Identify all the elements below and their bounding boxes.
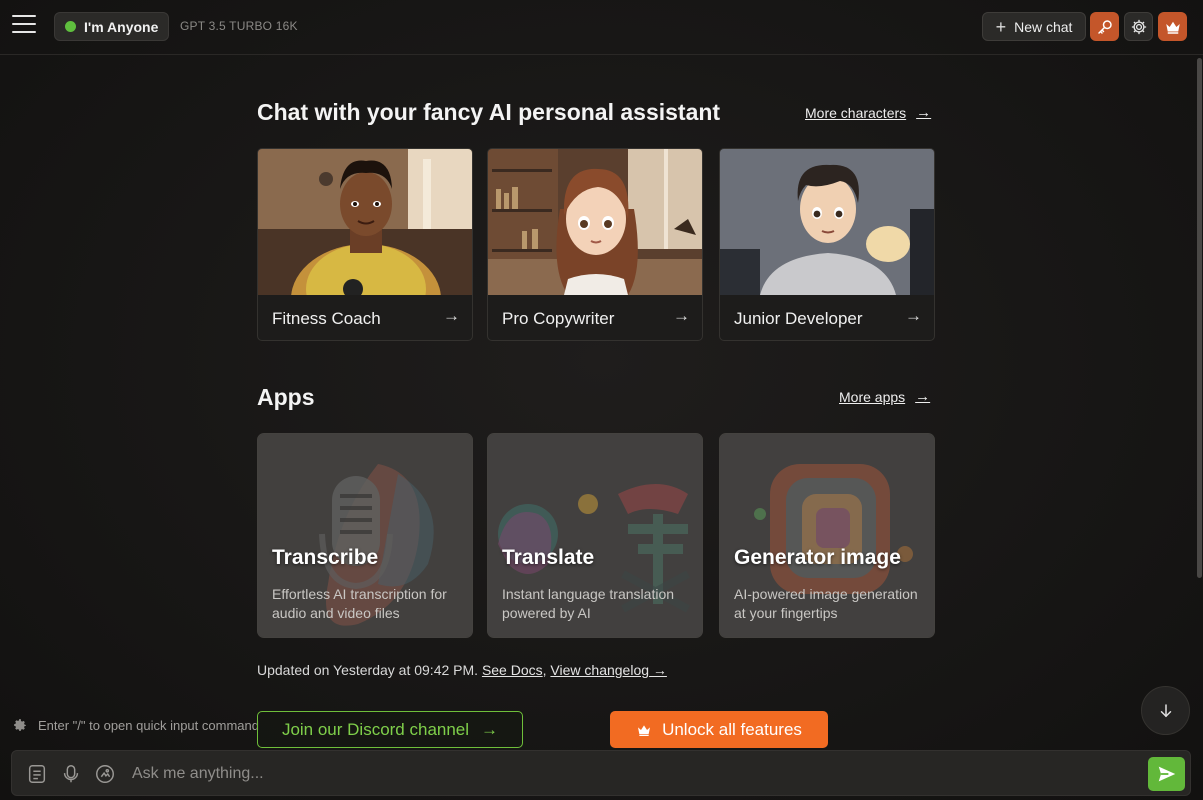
model-label: GPT 3.5 TURBO 16K [180, 19, 298, 33]
character-label: Junior Developer [734, 309, 863, 328]
crown-icon [638, 724, 651, 736]
updated-text: Updated on Yesterday at 09:42 PM. [257, 662, 479, 678]
discord-label: Join our Discord channel [281, 719, 470, 739]
app-description: AI-powered image generation at your fing… [734, 586, 918, 621]
api-key-button[interactable] [1090, 12, 1119, 41]
app-title: Generator image [734, 546, 901, 569]
app-card-generator-image[interactable]: Generator image AI-powered image generat… [719, 433, 935, 638]
app-description: Effortless AI transcription for audio an… [272, 586, 447, 621]
new-chat-label: New chat [1014, 18, 1073, 35]
more-characters-label: More characters [805, 104, 907, 121]
character-card-junior-developer[interactable]: Junior Developer → [719, 148, 935, 341]
apps-section-title: Apps [257, 384, 315, 410]
character-label: Pro Copywriter [502, 309, 615, 328]
see-docs-link[interactable]: See Docs [482, 662, 543, 678]
character-card-fitness-coach[interactable]: Fitness Coach → [257, 148, 473, 341]
junior-developer-avatar [720, 149, 934, 295]
key-icon [1097, 19, 1112, 34]
arrow-right-icon: → [915, 388, 931, 405]
app-title: Transcribe [272, 546, 379, 569]
fitness-coach-avatar [258, 149, 472, 295]
arrow-right-icon: → [481, 719, 499, 739]
plus-icon: + [995, 16, 1007, 37]
image-upload-icon[interactable] [94, 763, 116, 785]
scroll-down-button[interactable] [1141, 686, 1190, 735]
arrow-right-icon: → [916, 104, 932, 121]
character-card-pro-copywriter[interactable]: Pro Copywriter → [487, 148, 703, 341]
scrollbar-thumb[interactable] [1197, 58, 1202, 578]
top-bar: I'm Anyone GPT 3.5 TURBO 16K + New chat [0, 0, 1203, 55]
unlock-label: Unlock all features [662, 719, 802, 739]
persona-name: I'm Anyone [84, 18, 159, 35]
changelog-link[interactable]: View changelog → [550, 662, 666, 678]
prompt-library-icon[interactable] [26, 763, 48, 785]
hint-text: Enter "/" to open quick input command [38, 717, 259, 733]
premium-button[interactable] [1158, 12, 1187, 41]
gear-icon[interactable] [12, 717, 28, 733]
status-dot [65, 21, 76, 32]
discord-button[interactable]: Join our Discord channel → [257, 711, 523, 748]
app-card-translate[interactable]: Translate Instant language translation p… [487, 433, 703, 638]
character-label: Fitness Coach [272, 309, 381, 328]
gear-icon [1131, 19, 1146, 34]
characters-section-title: Chat with your fancy AI personal assista… [257, 99, 721, 125]
separator: , [542, 662, 547, 678]
settings-button[interactable] [1124, 12, 1153, 41]
quick-command-hint: Enter "/" to open quick input command [12, 717, 259, 733]
pro-copywriter-avatar [488, 149, 702, 295]
more-characters-link[interactable]: More characters → [805, 104, 931, 121]
app-card-transcribe[interactable]: Transcribe Effortless AI transcription f… [257, 433, 473, 638]
arrow-right-icon: → [673, 306, 690, 325]
more-apps-link[interactable]: More apps → [839, 388, 930, 405]
chat-composer [11, 750, 1191, 796]
more-apps-label: More apps [839, 388, 906, 405]
arrow-down-icon [1160, 703, 1171, 717]
send-icon [1158, 766, 1175, 782]
unlock-features-button[interactable]: Unlock all features [610, 711, 828, 748]
persona-selector[interactable]: I'm Anyone [54, 12, 170, 41]
send-button[interactable] [1148, 757, 1185, 791]
new-chat-button[interactable]: + New chat [982, 12, 1086, 41]
arrow-right-icon: → [905, 306, 922, 325]
crown-icon [1165, 21, 1180, 34]
microphone-icon[interactable] [60, 763, 82, 785]
app-title: Translate [502, 546, 595, 569]
update-info: Updated on Yesterday at 09:42 PM. See Do… [257, 662, 667, 678]
menu-icon[interactable] [12, 15, 38, 37]
arrow-right-icon: → [443, 306, 460, 325]
chat-input[interactable] [132, 759, 1122, 789]
app-description: Instant language translation powered by … [502, 586, 675, 621]
